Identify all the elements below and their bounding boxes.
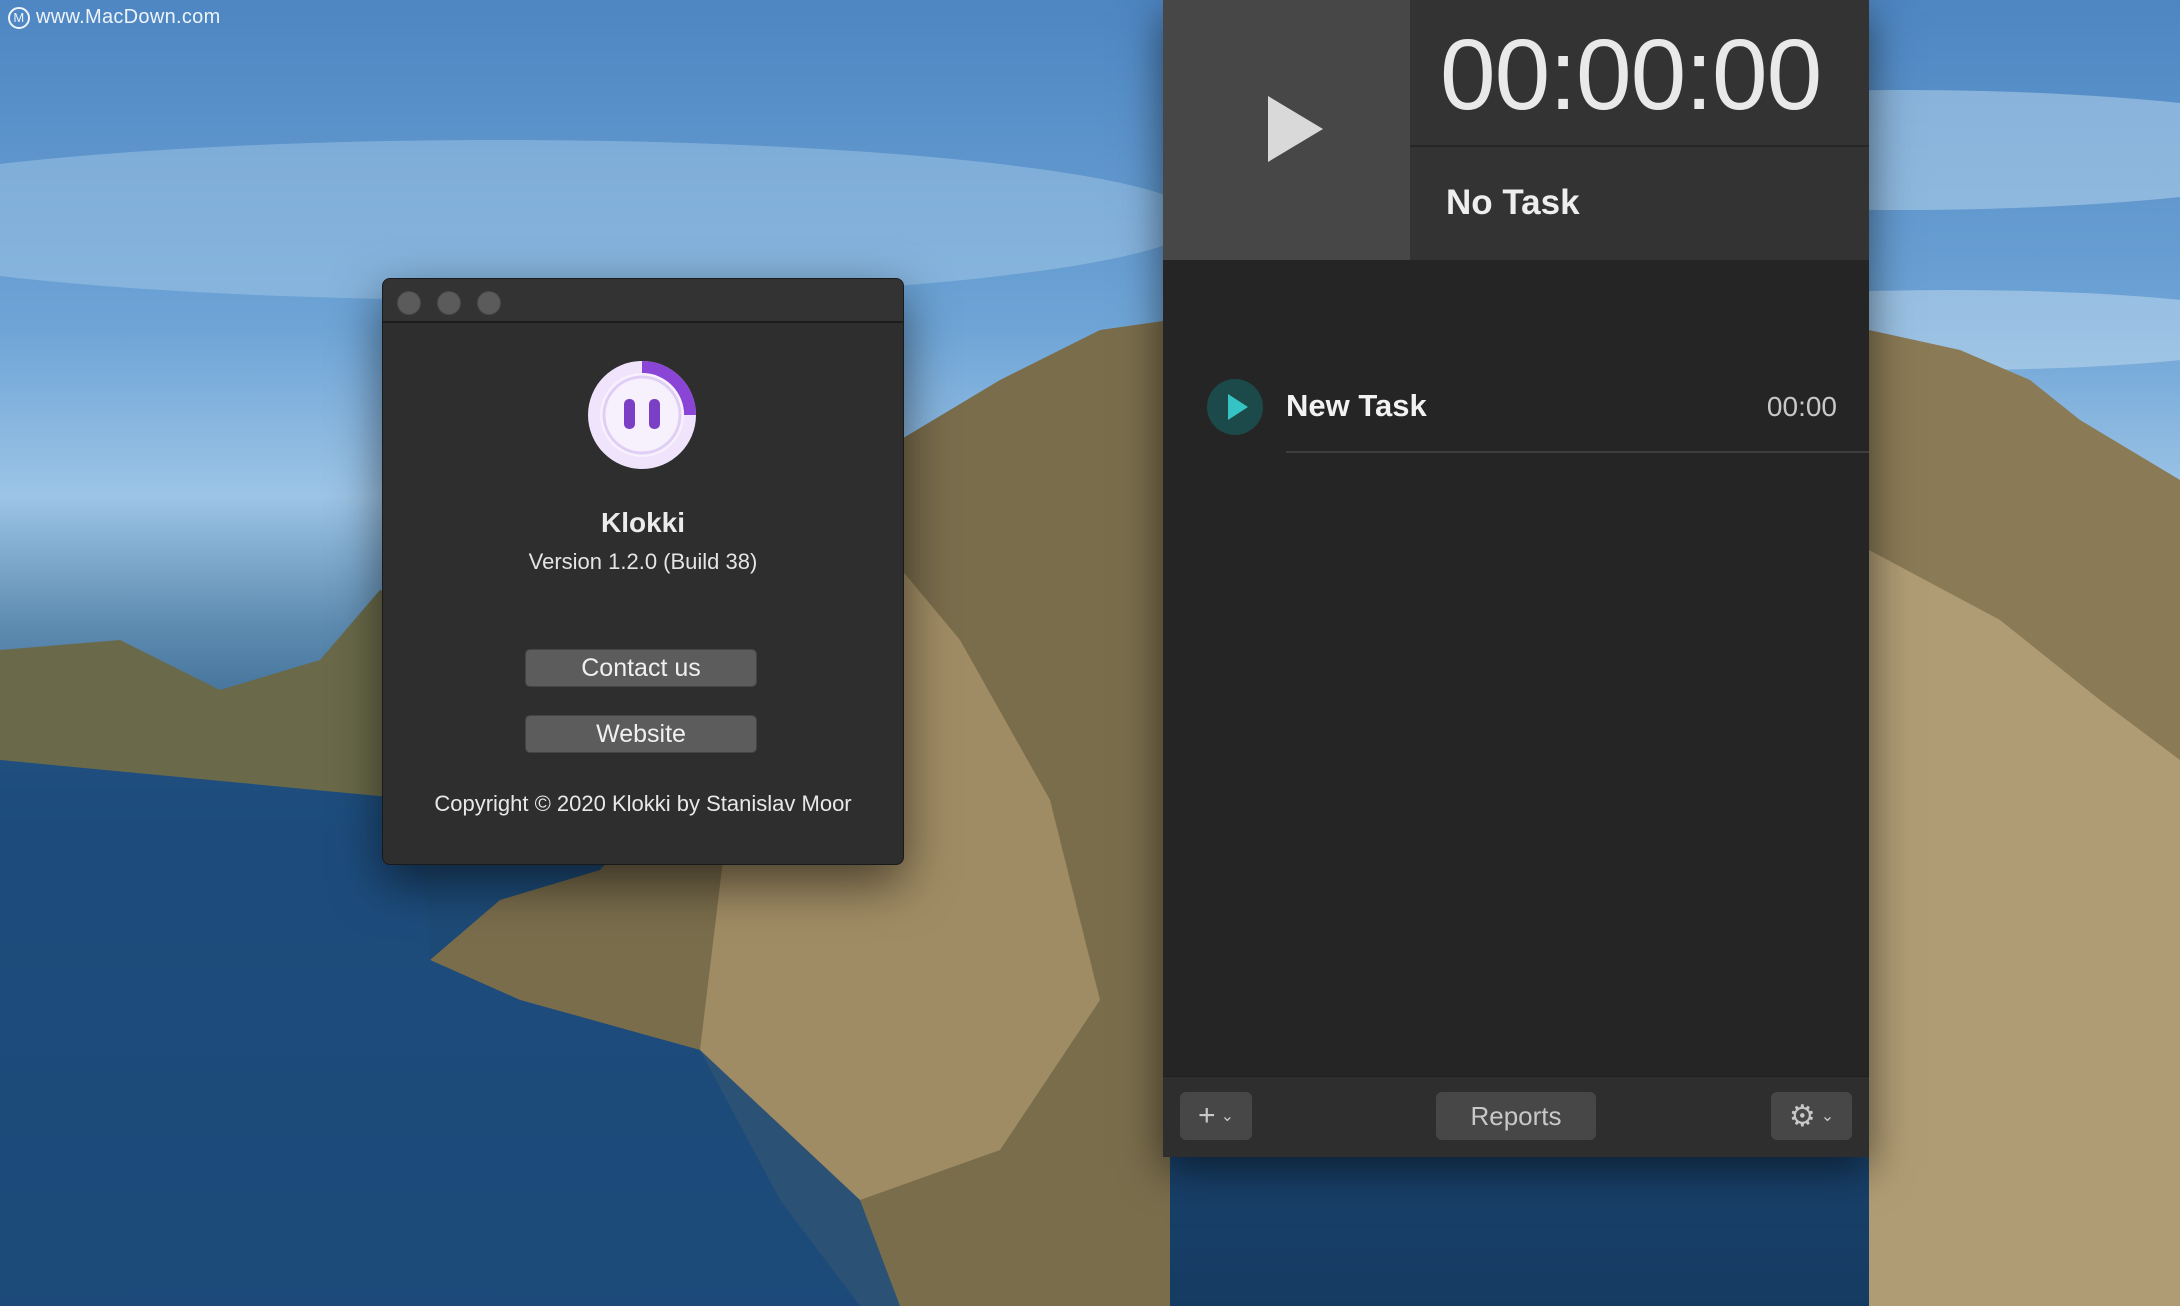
close-button[interactable] xyxy=(397,291,421,315)
website-button[interactable]: Website xyxy=(525,715,757,753)
chevron-down-icon: ⌄ xyxy=(1220,1108,1234,1125)
current-task-label: No Task xyxy=(1446,183,1580,222)
zoom-button[interactable] xyxy=(477,291,501,315)
watermark: M www.MacDown.com xyxy=(8,6,221,29)
minimize-button[interactable] xyxy=(437,291,461,315)
plus-icon: + xyxy=(1198,1099,1216,1132)
add-task-button[interactable]: + ⌄ xyxy=(1180,1092,1252,1140)
panel-footer: + ⌄ Reports ⚙ ⌄ xyxy=(1163,1076,1869,1157)
m-circle-icon: M xyxy=(8,6,30,29)
about-window: Klokki Version 1.2.0 (Build 38) Contact … xyxy=(382,278,904,865)
start-timer-button[interactable] xyxy=(1163,0,1410,260)
divider xyxy=(1410,145,1869,147)
elapsed-time: 00:00:00 xyxy=(1440,19,1822,131)
watermark-text: www.MacDown.com xyxy=(36,6,221,28)
chevron-down-icon: ⌄ xyxy=(1820,1108,1835,1125)
about-titlebar[interactable] xyxy=(383,279,903,323)
timer-display: 00:00:00 No Task xyxy=(1410,0,1869,260)
klokki-main-panel: 00:00:00 No Task New Task 00:00 + ⌄ Repo… xyxy=(1163,0,1869,1157)
app-name: Klokki xyxy=(600,507,686,538)
task-row[interactable]: New Task 00:00 xyxy=(1163,376,1869,456)
gear-icon: ⚙ xyxy=(1788,1099,1816,1133)
task-divider xyxy=(1286,451,1869,453)
task-time: 00:00 xyxy=(1766,391,1837,422)
klokki-logo-icon xyxy=(588,361,696,469)
reports-button[interactable]: Reports xyxy=(1436,1092,1596,1140)
task-play-icon[interactable] xyxy=(1207,379,1263,435)
settings-button[interactable]: ⚙ ⌄ xyxy=(1771,1092,1852,1140)
contact-us-button[interactable]: Contact us xyxy=(525,649,757,687)
task-name[interactable]: New Task xyxy=(1286,388,1427,424)
play-icon xyxy=(1268,96,1323,162)
copyright-text: Copyright © 2020 Klokki by Stanislav Moo… xyxy=(434,791,852,816)
app-version: Version 1.2.0 (Build 38) xyxy=(528,549,758,574)
